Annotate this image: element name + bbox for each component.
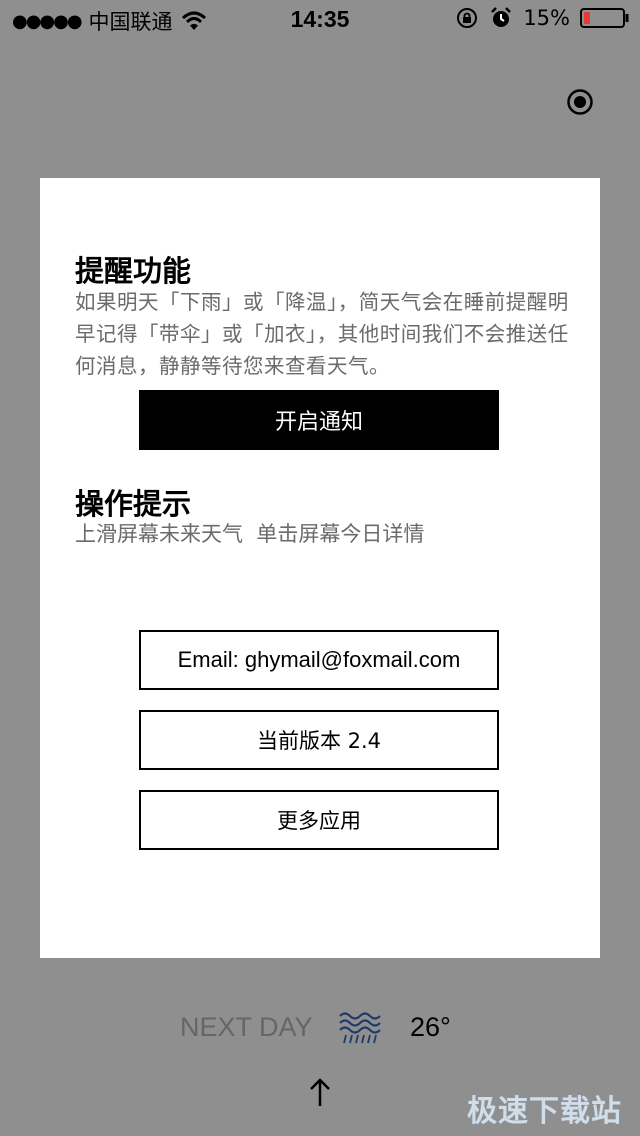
email-button[interactable]: Email: ghymail@foxmail.com [139,630,499,690]
status-right: 15% [455,6,630,30]
record-button[interactable] [566,88,594,116]
next-day-bar[interactable]: NEXT DAY 26° [0,1004,640,1048]
info-card: 提醒功能 如果明天「下雨」或「降温」，简天气会在睡前提醒明早记得「带伞」或「加衣… [40,178,600,958]
status-bar: ●●●●● 中国联通 14:35 15% [0,0,640,40]
more-apps-button[interactable]: 更多应用 [139,790,499,850]
battery-icon [580,8,629,28]
reminder-title: 提醒功能 [75,254,192,288]
rain-wave-icon [339,1012,381,1044]
tips-title: 操作提示 [75,487,192,521]
next-day-temperature: 26° [410,1012,451,1042]
next-day-label: NEXT DAY [180,1012,313,1042]
version-button[interactable]: 当前版本 2.4 [139,710,499,770]
reminder-description: 如果明天「下雨」或「降温」，简天气会在睡前提醒明早记得「带伞」或「加衣」，其他时… [75,290,569,378]
enable-notifications-button[interactable]: 开启通知 [139,390,499,450]
rotation-lock-icon [457,8,478,28]
battery-percent: 15% [523,6,570,30]
watermark: 极速下载站 [467,1094,622,1129]
arrow-up-icon[interactable] [306,1076,334,1108]
alarm-icon [491,7,512,27]
tips-description: 上滑屏幕未来天气 单击屏幕今日详情 [75,522,425,546]
